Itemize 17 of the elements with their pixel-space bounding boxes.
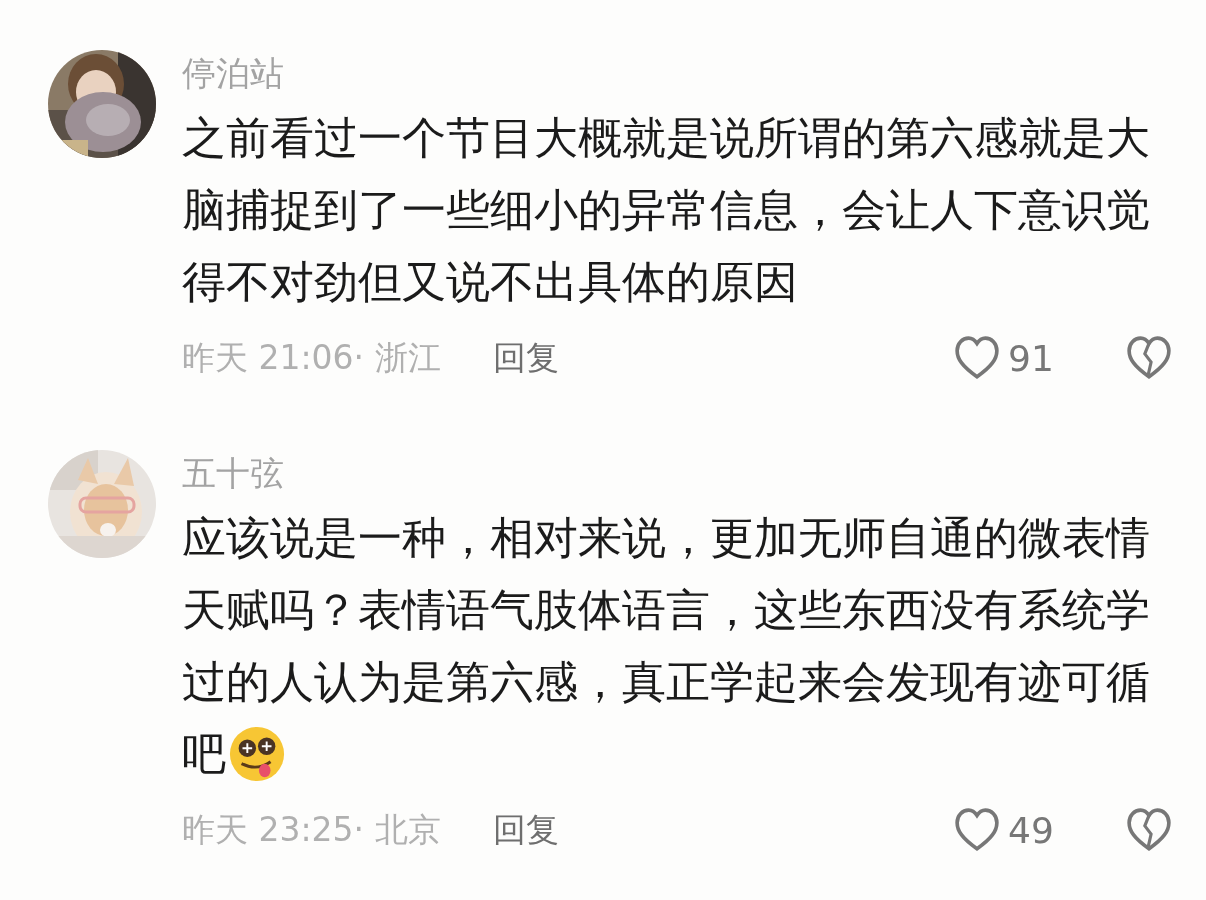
- comment-text-line: 天赋吗？表情语气肢体语言，这些东西没有系统学: [182, 584, 1150, 637]
- timestamp-location: 昨天 23:25· 北京: [182, 808, 441, 851]
- like-button[interactable]: [954, 807, 1000, 853]
- comment-text-line: 应该说是一种，相对来说，更加无师自通的微表情: [182, 512, 1150, 565]
- like-count: 91: [1008, 337, 1055, 379]
- comment-text-line: 之前看过一个节目大概就是说所谓的第六感就是大: [182, 112, 1150, 165]
- dislike-button[interactable]: [1126, 807, 1172, 853]
- comment-text-line: 得不对劲但又说不出具体的原因: [182, 256, 798, 309]
- reply-button[interactable]: 回复: [492, 335, 559, 381]
- timestamp-location: 昨天 21:06· 浙江: [182, 336, 441, 379]
- reply-button[interactable]: 回复: [492, 807, 559, 853]
- comment-text-line: 吧: [182, 728, 226, 781]
- like-button[interactable]: [954, 335, 1000, 381]
- like-count: 49: [1008, 809, 1055, 851]
- dislike-button[interactable]: [1126, 335, 1172, 381]
- comment-text-line: 脑捕捉到了一些细小的异常信息，会让人下意识觉: [182, 184, 1150, 237]
- comment-text-line: 过的人认为是第六感，真正学起来会发现有迹可循: [182, 656, 1150, 709]
